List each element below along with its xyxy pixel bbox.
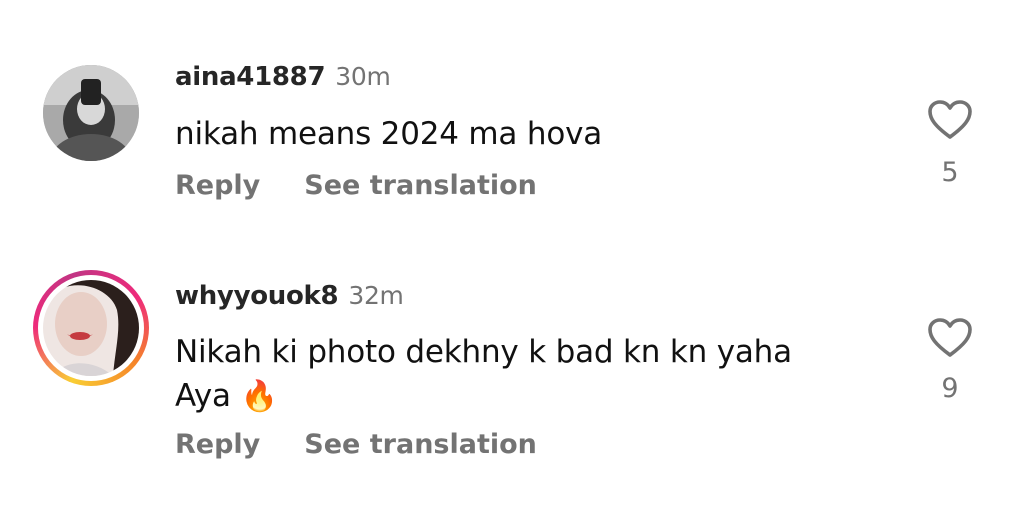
comment-header: whyyouok8 32m	[175, 281, 404, 311]
reply-button[interactable]: Reply	[175, 170, 260, 201]
comment-actions: Reply See translation	[175, 170, 581, 201]
heart-outline-icon	[928, 100, 972, 139]
avatar-photo	[43, 65, 139, 161]
story-ring[interactable]	[33, 270, 149, 386]
avatar[interactable]	[43, 65, 139, 161]
comment-actions: Reply See translation	[175, 429, 581, 460]
see-translation-button[interactable]: See translation	[304, 429, 537, 460]
like-count: 5	[941, 157, 959, 188]
comment-text-content: nikah means 2024 ma hova	[175, 116, 603, 152]
reply-button[interactable]: Reply	[175, 429, 260, 460]
fire-emoji: 🔥	[240, 379, 278, 414]
timestamp: 32m	[348, 281, 404, 310]
comment-text-content: Aya	[175, 378, 231, 414]
comment-text: Nikah ki photo dekhny k bad kn kn yaha A…	[175, 330, 875, 419]
avatar	[43, 280, 139, 376]
comment-header: aina41887 30m	[175, 62, 391, 92]
comment-text-line: Aya 🔥	[175, 374, 875, 419]
comment-text: nikah means 2024 ma hova	[175, 112, 875, 156]
username[interactable]: whyyouok8	[175, 281, 339, 311]
comment-text-line: Nikah ki photo dekhny k bad kn kn yaha	[175, 334, 792, 370]
like-button[interactable]	[927, 99, 973, 145]
story-ring-gap	[38, 275, 144, 381]
username[interactable]: aina41887	[175, 62, 326, 92]
avatar-photo	[43, 280, 139, 376]
heart-outline-icon	[928, 318, 972, 357]
like-count: 9	[941, 373, 959, 404]
timestamp: 30m	[335, 62, 391, 91]
like-button[interactable]	[927, 317, 973, 363]
see-translation-button[interactable]: See translation	[304, 170, 537, 201]
